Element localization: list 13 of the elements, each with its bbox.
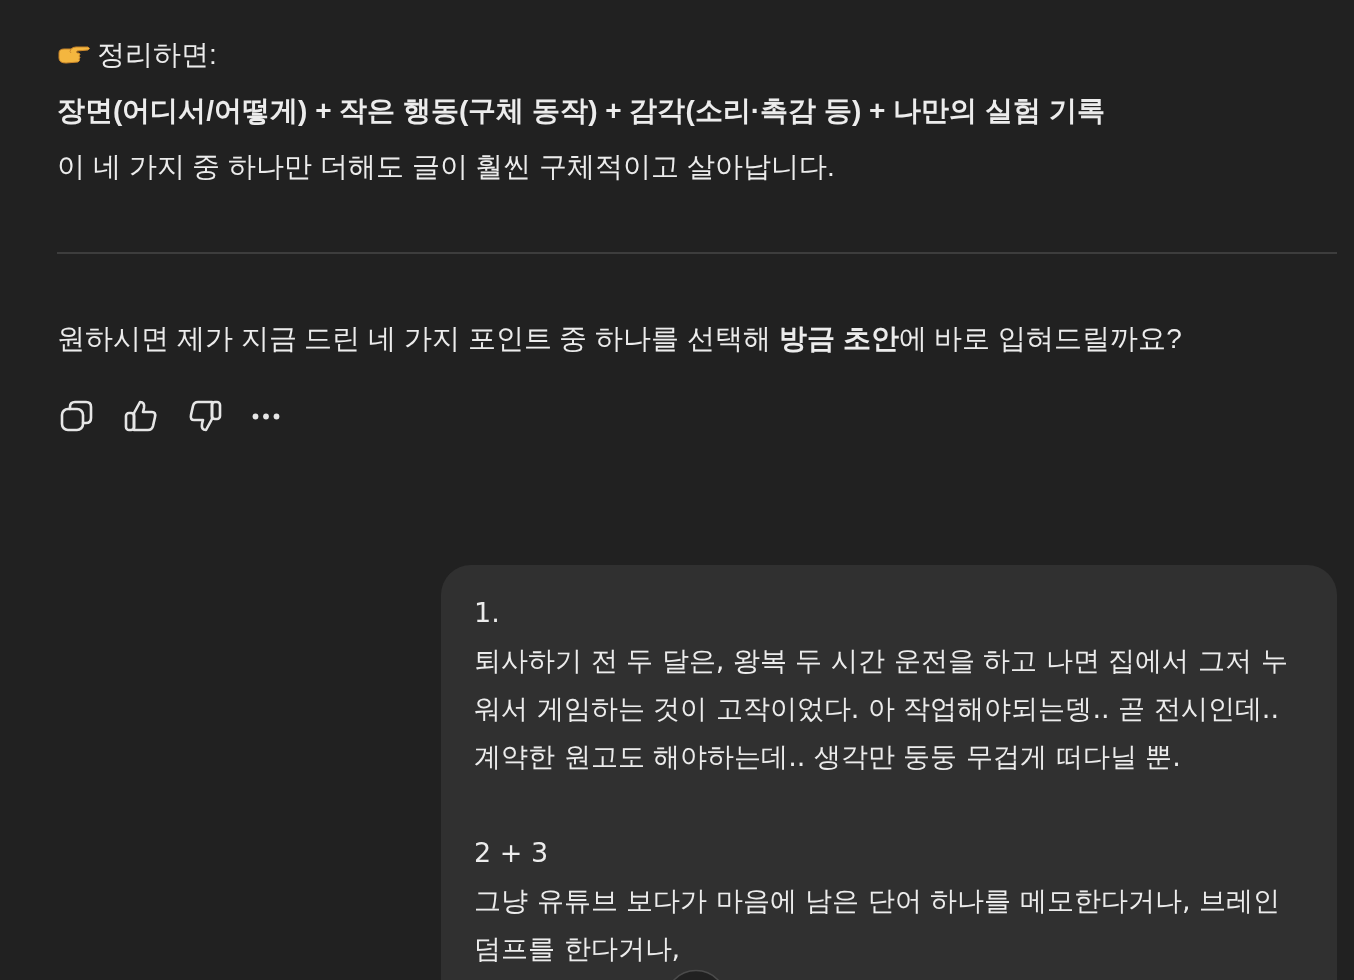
message-text: 퇴사하기 전 두 달은, 왕복 두 시간 운전을 하고 나면 집에서 그저 누워서 게임하는 것이 고작이었다. 아 작업해야되는뎅.. 곧 전시인데.. 계약한 원고도 해야하는데.. 생각만 둥둥 무겁게 떠다닐 뿐. <box>474 644 1289 774</box>
message-text: 1. <box>474 596 501 630</box>
message-text: 2 + 3 <box>474 836 550 870</box>
formula-text: 장면(어디서/어떻게) + 작은 행동(구체 동작) + 감각(소리·촉감 등) + 나만의 실험 기록 <box>57 94 1106 128</box>
thumbs-down-icon[interactable] <box>188 399 222 433</box>
closing-text: 원하시면 제가 지금 드린 네 가지 포인트 중 하나를 선택해 방금 초안에 바로 입혀드릴까요? <box>57 322 1183 356</box>
pointing-hand-icon <box>57 44 91 66</box>
note-text: 이 네 가지 중 하나만 더해도 글이 훨씬 구체적이고 살아납니다. <box>57 150 836 184</box>
message-text: 그냥 유튜브 보다가 마음에 남은 단어 하나를 메모한다거나, 브레인 덤프를 한다거나, <box>474 884 1282 966</box>
summary-label: 정리하면: <box>97 38 217 72</box>
thumbs-up-icon[interactable] <box>124 399 158 433</box>
copy-icon[interactable] <box>60 399 94 433</box>
more-options-icon[interactable] <box>252 412 280 420</box>
